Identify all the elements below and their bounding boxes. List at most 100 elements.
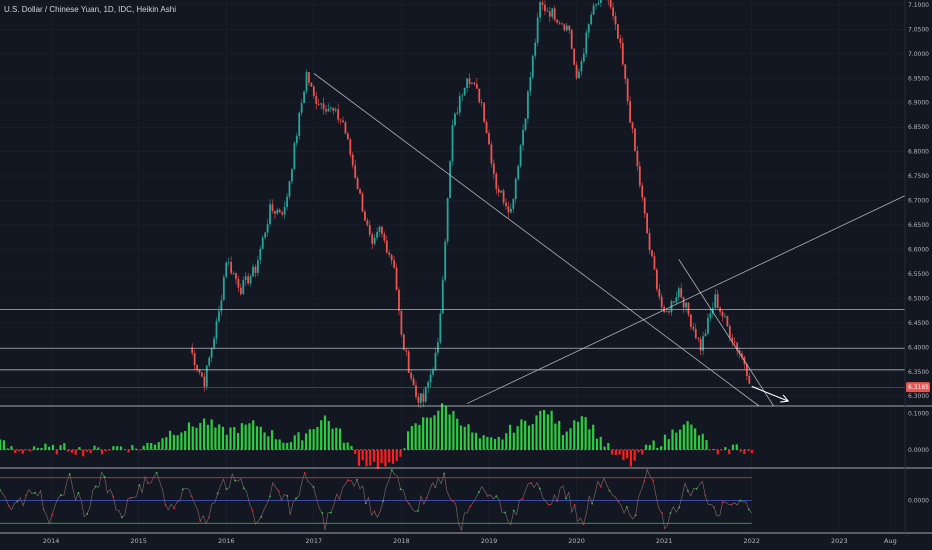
candle-body[interactable] bbox=[692, 326, 695, 330]
candle-body[interactable] bbox=[432, 369, 434, 375]
candle-body[interactable] bbox=[500, 190, 503, 193]
candle-body[interactable] bbox=[444, 241, 447, 280]
candle-body[interactable] bbox=[398, 289, 400, 311]
candle-body[interactable] bbox=[317, 103, 320, 105]
candle-body[interactable] bbox=[643, 197, 646, 214]
candle-body[interactable] bbox=[344, 122, 347, 134]
candle-body[interactable] bbox=[451, 125, 454, 162]
candle-body[interactable] bbox=[405, 350, 408, 352]
candle-body[interactable] bbox=[261, 237, 264, 249]
candle-body[interactable] bbox=[590, 14, 593, 25]
candle-body[interactable] bbox=[612, 7, 614, 17]
candle-body[interactable] bbox=[354, 165, 357, 179]
candle-body[interactable] bbox=[551, 8, 554, 17]
candle-body[interactable] bbox=[624, 64, 627, 80]
candle-body[interactable] bbox=[305, 72, 308, 92]
candle-body[interactable] bbox=[441, 279, 444, 314]
candle-body[interactable] bbox=[680, 288, 683, 298]
candle-body[interactable] bbox=[561, 23, 563, 25]
candle-body[interactable] bbox=[295, 136, 298, 144]
candle-body[interactable] bbox=[458, 96, 461, 113]
candle-body[interactable] bbox=[609, 0, 612, 8]
candle-body[interactable] bbox=[660, 296, 663, 307]
candle-body[interactable] bbox=[578, 71, 580, 79]
candle-body[interactable] bbox=[361, 193, 364, 212]
candle-body[interactable] bbox=[495, 173, 498, 190]
candle-body[interactable] bbox=[256, 260, 259, 273]
candle-body[interactable] bbox=[385, 240, 388, 253]
candle-body[interactable] bbox=[203, 376, 206, 387]
candle-body[interactable] bbox=[675, 297, 678, 303]
candle-body[interactable] bbox=[227, 262, 230, 263]
candle-body[interactable] bbox=[259, 248, 262, 261]
candle-body[interactable] bbox=[254, 266, 257, 273]
chart-legend[interactable]: U.S. Dollar / Chinese Yuan, 1D, IDC, Hei… bbox=[4, 5, 176, 14]
candle-body[interactable] bbox=[454, 113, 456, 126]
candle-body[interactable] bbox=[617, 24, 619, 39]
candle-body[interactable] bbox=[638, 166, 641, 186]
candle-body[interactable] bbox=[269, 204, 271, 225]
candle-body[interactable] bbox=[449, 161, 451, 199]
candle-body[interactable] bbox=[349, 139, 352, 155]
candle-body[interactable] bbox=[636, 150, 639, 167]
candle-body[interactable] bbox=[614, 16, 617, 25]
candle-body[interactable] bbox=[446, 198, 449, 242]
candle-body[interactable] bbox=[541, 2, 544, 5]
candle-body[interactable] bbox=[539, 2, 541, 18]
chart-canvas[interactable]: 7.1000 7.0500 7.0000 6.9500 6.9000 6.8500 6.80… bbox=[0, 0, 932, 550]
candle-body[interactable] bbox=[281, 212, 284, 215]
candle-body[interactable] bbox=[466, 78, 468, 88]
candle-body[interactable] bbox=[376, 232, 378, 238]
candle-body[interactable] bbox=[641, 185, 644, 198]
candle-body[interactable] bbox=[497, 189, 500, 193]
candle-body[interactable] bbox=[473, 82, 476, 85]
candle-body[interactable] bbox=[568, 25, 571, 31]
candle-body[interactable] bbox=[672, 301, 675, 303]
candle-body[interactable] bbox=[483, 102, 486, 123]
candle-body[interactable] bbox=[502, 190, 505, 203]
candle-body[interactable] bbox=[232, 273, 235, 274]
candle-body[interactable] bbox=[517, 166, 520, 179]
candle-body[interactable] bbox=[213, 338, 215, 349]
candle-body[interactable] bbox=[429, 374, 432, 383]
candle-body[interactable] bbox=[553, 8, 556, 20]
candle-body[interactable] bbox=[329, 107, 332, 109]
candle-body[interactable] bbox=[196, 365, 198, 370]
candle-body[interactable] bbox=[288, 181, 291, 197]
candle-body[interactable] bbox=[558, 22, 561, 24]
candle-body[interactable] bbox=[230, 262, 233, 274]
candle-body[interactable] bbox=[626, 79, 629, 102]
candle-body[interactable] bbox=[546, 10, 549, 12]
candle-body[interactable] bbox=[524, 118, 527, 130]
candle-body[interactable] bbox=[716, 294, 719, 309]
candle-body[interactable] bbox=[393, 260, 396, 268]
candle-body[interactable] bbox=[242, 279, 245, 295]
candle-body[interactable] bbox=[699, 338, 702, 351]
candle-body[interactable] bbox=[651, 250, 653, 257]
candle-body[interactable] bbox=[721, 311, 724, 317]
candle-body[interactable] bbox=[419, 393, 422, 403]
candle-body[interactable] bbox=[580, 61, 583, 72]
candle-body[interactable] bbox=[478, 88, 481, 103]
candle-body[interactable] bbox=[208, 357, 211, 366]
candle-body[interactable] bbox=[215, 321, 218, 339]
candle-body[interactable] bbox=[471, 82, 473, 85]
candle-body[interactable] bbox=[300, 103, 303, 113]
candle-body[interactable] bbox=[322, 103, 325, 110]
candle-body[interactable] bbox=[193, 353, 196, 366]
candle-body[interactable] bbox=[697, 338, 700, 339]
candle-body[interactable] bbox=[563, 24, 566, 31]
candle-body[interactable] bbox=[222, 277, 225, 301]
candle-body[interactable] bbox=[359, 189, 361, 194]
candle-body[interactable] bbox=[373, 237, 376, 244]
candle-body[interactable] bbox=[573, 48, 576, 65]
candle-body[interactable] bbox=[434, 352, 437, 370]
candle-body[interactable] bbox=[548, 11, 551, 17]
candle-body[interactable] bbox=[488, 133, 490, 145]
candle-body[interactable] bbox=[278, 209, 281, 213]
candle-body[interactable] bbox=[509, 208, 512, 213]
candle-body[interactable] bbox=[337, 109, 340, 120]
candle-body[interactable] bbox=[291, 169, 293, 182]
candle-body[interactable] bbox=[728, 326, 731, 338]
candle-body[interactable] bbox=[648, 233, 651, 251]
